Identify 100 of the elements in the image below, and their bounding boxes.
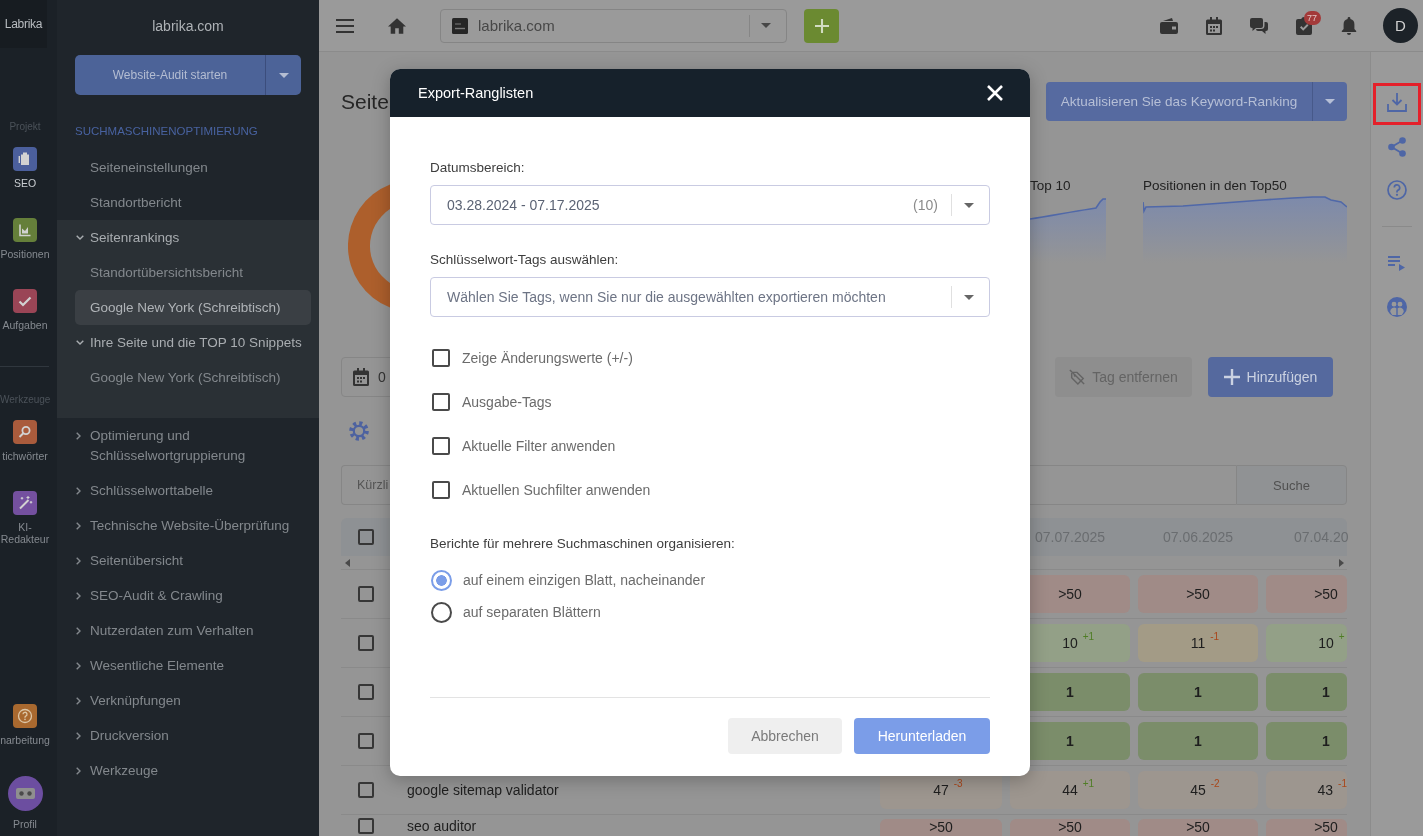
sidebar-group-toggle[interactable]: Seitenübersicht — [57, 543, 319, 578]
checkbox-label: Aktuellen Suchfilter anwenden — [462, 482, 651, 498]
bell-icon[interactable] — [1340, 16, 1357, 35]
playlist-icon — [1388, 256, 1406, 271]
caret-icon — [761, 23, 771, 28]
sidebar-subitem[interactable]: Standortübersichtsbericht — [75, 255, 311, 290]
rank-value: 1 — [1194, 684, 1202, 700]
rank-value: 10 — [1318, 635, 1334, 651]
menu-icon[interactable] — [336, 18, 354, 33]
chevron-right-icon — [76, 696, 81, 705]
sidebar-link[interactable]: Seiteneinstellungen — [57, 150, 319, 185]
add-keyword-button[interactable]: Hinzufügen — [1208, 357, 1333, 397]
sidebar-group-toggle[interactable]: Werkzeuge — [57, 753, 319, 788]
audit-options-button[interactable] — [265, 55, 301, 95]
chevron-right-icon — [76, 626, 81, 635]
cancel-button[interactable]: Abbrechen — [728, 718, 842, 754]
update-ranking-button[interactable]: Aktualisieren Sie das Keyword-Ranking — [1046, 82, 1312, 121]
sidebar-group-toggle[interactable]: Ihre Seite und die TOP 10 Snippets — [57, 325, 319, 360]
rank-value: >50 — [1314, 586, 1338, 602]
row-checkbox[interactable] — [358, 635, 374, 651]
chart-title: Top 10 — [1030, 177, 1072, 195]
user-avatar[interactable]: D — [1383, 8, 1418, 43]
sidebar-group-toggle[interactable]: Schlüsselworttabelle — [57, 473, 319, 508]
scroll-left-icon[interactable] — [345, 558, 350, 567]
home-icon[interactable] — [388, 17, 406, 34]
checkbox-label: Ausgabe-Tags — [462, 394, 552, 410]
tags-select[interactable]: Wählen Sie Tags, wenn Sie nur die ausgewählten exportieren möchten — [430, 277, 990, 317]
sidebar-group-toggle[interactable]: Optimierung und Schlüsselwortgruppierung — [57, 418, 319, 473]
chevron-right-icon — [76, 521, 81, 530]
sidebar-group-toggle[interactable]: SEO-Audit & Crawling — [57, 578, 319, 613]
date-range-select[interactable]: 03.28.2024 - 07.17.2025 (10) — [430, 185, 990, 225]
rank-change: -2 — [1210, 778, 1220, 789]
help-icon — [1387, 179, 1407, 200]
radio-button[interactable] — [431, 569, 452, 591]
rank-value: 45 — [1190, 782, 1206, 798]
scroll-right-icon[interactable] — [1339, 558, 1344, 567]
add-button[interactable] — [804, 8, 839, 43]
sidebar-link[interactable]: Standortbericht — [57, 185, 319, 220]
checkbox[interactable] — [432, 393, 450, 411]
radio-button[interactable] — [431, 601, 452, 623]
rail-nav-item[interactable]: Profil — [0, 776, 50, 830]
plus-icon — [1223, 369, 1240, 385]
row-checkbox[interactable] — [358, 782, 374, 798]
close-button[interactable] — [987, 85, 1003, 101]
group-icon — [1387, 296, 1407, 317]
logo[interactable]: Labrika — [0, 0, 47, 48]
chat-icon[interactable] — [1249, 17, 1268, 34]
rank-value: 47 — [933, 782, 949, 798]
rank-change: -1 — [1338, 778, 1347, 789]
calendar-icon[interactable] — [1205, 16, 1222, 35]
checkbox[interactable] — [432, 437, 450, 455]
rail-nav-item[interactable]: Positionen — [0, 218, 50, 289]
rail-nav-item[interactable]: SEO — [0, 147, 50, 218]
checkbox[interactable] — [432, 349, 450, 367]
rank-value: >50 — [929, 820, 953, 835]
sidebar-group-toggle[interactable]: Wesentliche Elemente — [57, 648, 319, 683]
rank-change: -1 — [1210, 631, 1220, 642]
rank-value: 1 — [1322, 684, 1330, 700]
chevron-down-icon — [76, 235, 84, 240]
rail-nav-item[interactable]: narbeitung — [0, 704, 50, 776]
start-audit-button[interactable]: Website-Audit starten — [75, 55, 265, 95]
rank-value: 1 — [1322, 733, 1330, 749]
project-name: labrika.com — [151, 18, 225, 35]
rank-change: -3 — [953, 778, 963, 789]
profile-avatar-icon — [7, 776, 43, 811]
search-button[interactable]: Suche — [1236, 465, 1347, 505]
row-checkbox[interactable] — [358, 684, 374, 700]
field-label: Schlüsselwort-Tags auswählen: — [430, 251, 620, 268]
update-options-button[interactable] — [1312, 82, 1347, 121]
rank-value: 1 — [1066, 733, 1074, 749]
checkbox[interactable] — [432, 481, 450, 499]
row-checkbox[interactable] — [358, 586, 374, 602]
keyword-text: google sitemap validator — [407, 782, 559, 798]
site-logo-icon — [452, 17, 468, 34]
rank-value: >50 — [1186, 820, 1210, 835]
chevron-right-icon — [76, 486, 81, 495]
radio-label: auf separaten Blättern — [463, 604, 601, 620]
sidebar-group-toggle[interactable]: Verknüpfungen — [57, 683, 319, 718]
sidebar-group-toggle[interactable]: Druckversion — [57, 718, 319, 753]
rank-value: 1 — [1066, 684, 1074, 700]
sidebar-group-toggle[interactable]: Nutzerdaten zum Verhalten — [57, 613, 319, 648]
row-checkbox[interactable] — [358, 733, 374, 749]
sidebar-group-toggle[interactable]: Technische Website-Überprüfung — [57, 508, 319, 543]
rank-value: >50 — [1058, 586, 1082, 602]
sidebar-group-toggle[interactable]: Seitenrankings — [57, 220, 319, 255]
sidebar-subitem[interactable]: Google New York (Schreibtisch) — [75, 290, 311, 325]
rail-nav-item[interactable]: tichwörter — [0, 420, 50, 491]
chevron-right-icon — [76, 431, 81, 440]
row-checkbox[interactable] — [358, 818, 374, 834]
submit-button[interactable]: Herunterladen — [854, 718, 990, 754]
chevron-right-icon — [76, 766, 81, 775]
wallet-icon[interactable] — [1159, 17, 1178, 34]
rail-nav-item[interactable]: KI-Redakteur — [0, 491, 50, 562]
select-all-checkbox[interactable] — [358, 529, 374, 545]
project-select[interactable]: labrika.com — [440, 8, 787, 43]
tag-off-icon — [1069, 369, 1086, 385]
rail-nav-item[interactable]: Aufgaben — [0, 289, 50, 360]
caret-icon — [1325, 99, 1335, 104]
rank-change: +1 — [1082, 631, 1095, 642]
sidebar-subitem[interactable]: Google New York (Schreibtisch) — [75, 360, 311, 395]
